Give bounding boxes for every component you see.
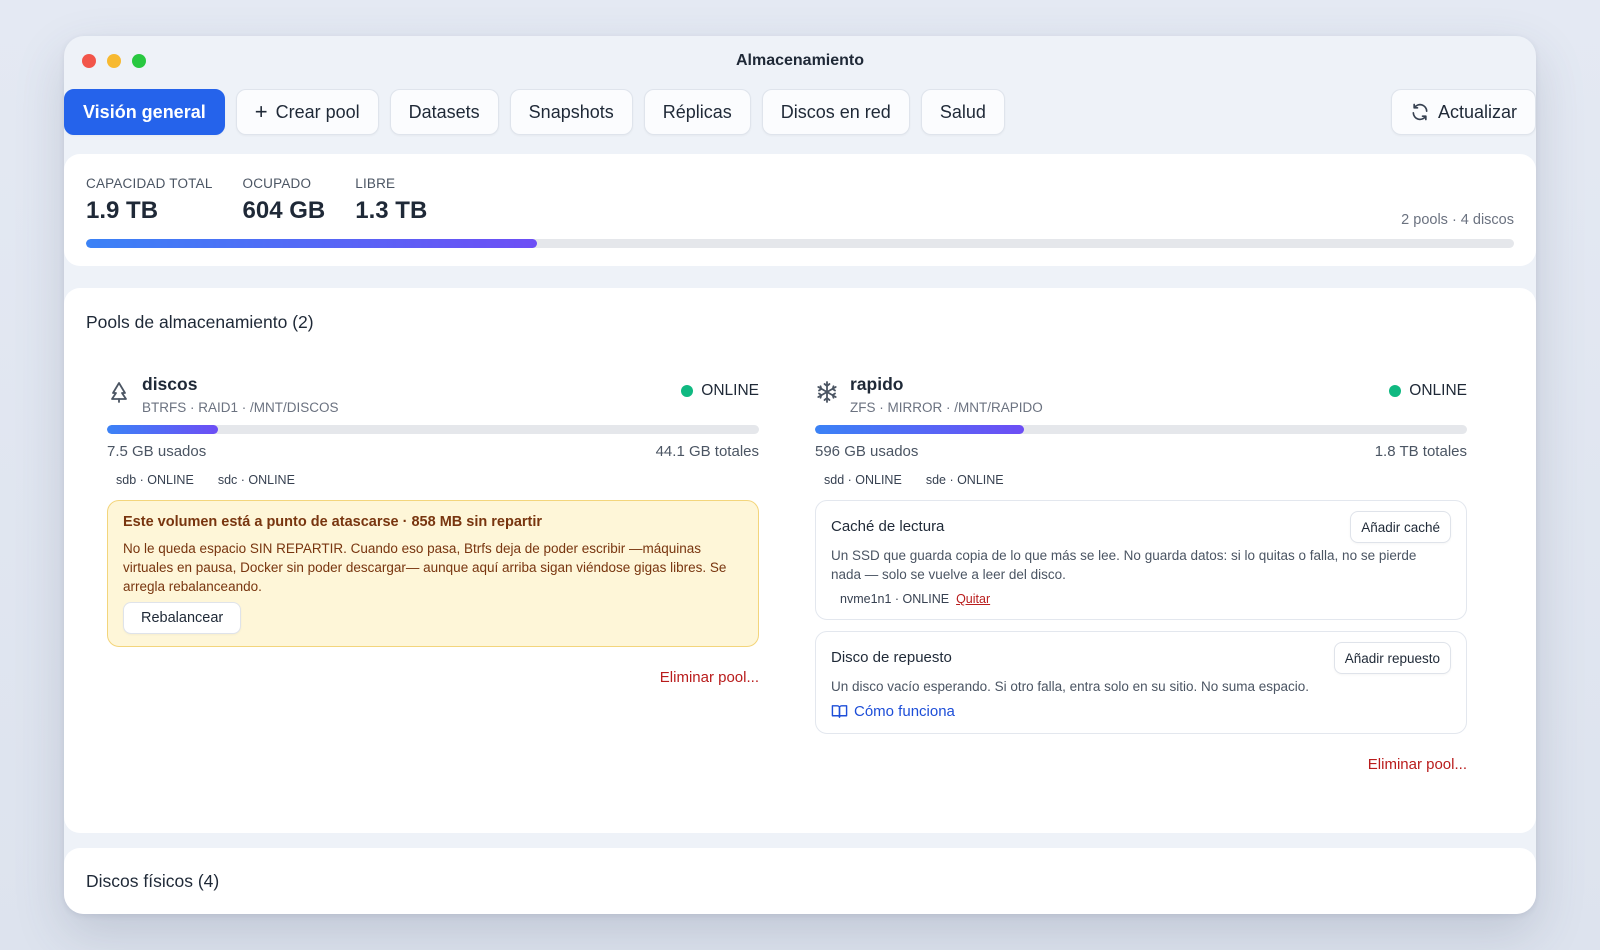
book-icon bbox=[831, 705, 848, 718]
total-usage-fill bbox=[86, 239, 538, 248]
warning-text: No le queda espacio SIN REPARTIR. Cuando… bbox=[123, 541, 727, 594]
tab-bar: Visión general + Crear pool Datasets Sna… bbox=[64, 88, 1536, 136]
tree-icon bbox=[111, 382, 127, 403]
pool-usage: 596 GB usados 1.8 TB totales bbox=[815, 443, 1467, 460]
tab-snapshots[interactable]: Snapshots bbox=[509, 89, 633, 135]
minimize-window-button[interactable] bbox=[107, 54, 121, 68]
stat-free-value: 1.3 TB bbox=[355, 197, 428, 224]
status-online-icon bbox=[1389, 385, 1402, 397]
pool-disk-count: 2 pools · 4 discos bbox=[1401, 212, 1514, 228]
pool-status-label: ONLINE bbox=[1409, 382, 1467, 399]
disk-chip[interactable]: sdd · ONLINE bbox=[824, 473, 902, 487]
read-cache-description: Un SSD que guarda copia de lo que más se… bbox=[831, 548, 1417, 582]
stat-used-value: 604 GB bbox=[242, 197, 326, 224]
tab-label: Datasets bbox=[408, 101, 480, 122]
status-online-icon bbox=[681, 385, 694, 397]
stat-total-label: CAPACIDAD TOTAL bbox=[86, 176, 213, 191]
pool-usage-bar bbox=[815, 425, 1467, 434]
tab-replicas[interactable]: Réplicas bbox=[643, 89, 751, 135]
spare-disk-description: Un disco vacío esperando. Si otro falla,… bbox=[831, 679, 1310, 694]
disk-chip[interactable]: sdc · ONLINE bbox=[218, 473, 295, 487]
add-spare-button[interactable]: Añadir repuesto bbox=[1333, 642, 1451, 674]
pool-name: discos bbox=[142, 374, 198, 394]
disk-chip[interactable]: sde · ONLINE bbox=[926, 473, 1004, 487]
stat-used: OCUPADO 604 GB bbox=[243, 176, 326, 225]
delete-pool-link[interactable]: Eliminar pool... bbox=[1368, 756, 1467, 773]
pool-total: 1.8 TB totales bbox=[1374, 443, 1467, 460]
tab-network-disks[interactable]: Discos en red bbox=[761, 89, 910, 135]
how-it-works-link[interactable]: Cómo funciona bbox=[831, 703, 1451, 720]
tab-overview[interactable]: Visión general bbox=[64, 89, 225, 135]
pool-subtitle: ZFS · MIRROR · /MNT/RAPIDO bbox=[850, 400, 1043, 415]
stat-total: CAPACIDAD TOTAL 1.9 TB bbox=[86, 176, 213, 225]
physical-disks-section: Discos físicos (4) bbox=[64, 848, 1536, 914]
rebalance-button[interactable]: Rebalancear bbox=[123, 602, 242, 634]
pool-disks: sdb · ONLINE sdc · ONLINE bbox=[107, 473, 759, 487]
pool-status-label: ONLINE bbox=[701, 382, 759, 399]
cache-disk: nvme1n1 · ONLINE bbox=[840, 592, 950, 606]
maximize-window-button[interactable] bbox=[132, 54, 146, 68]
cache-disk-row: nvme1n1 · ONLINE Quitar bbox=[831, 592, 1451, 606]
physical-disks-title: Discos físicos (4) bbox=[86, 871, 220, 891]
stat-total-value: 1.9 TB bbox=[86, 197, 159, 224]
pool-usage-fill bbox=[107, 425, 218, 434]
pool-usage: 7.5 GB usados 44.1 GB totales bbox=[107, 443, 759, 460]
tab-label: Réplicas bbox=[662, 101, 732, 122]
window-title: Almacenamiento bbox=[735, 52, 865, 69]
disk-chip[interactable]: sdb · ONLINE bbox=[116, 473, 194, 487]
pool-status: ONLINE bbox=[681, 382, 759, 400]
pool-total: 44.1 GB totales bbox=[655, 443, 759, 460]
close-window-button[interactable] bbox=[82, 54, 96, 68]
stat-free: LIBRE 1.3 TB bbox=[355, 176, 427, 225]
read-cache-card: Caché de lectura Añadir caché Un SSD que… bbox=[815, 500, 1467, 620]
snowflake-icon bbox=[817, 381, 837, 403]
add-cache-button[interactable]: Añadir caché bbox=[1350, 511, 1451, 543]
tab-label: Snapshots bbox=[528, 101, 614, 122]
tab-datasets[interactable]: Datasets bbox=[389, 89, 499, 135]
tab-label: Visión general bbox=[83, 101, 206, 122]
total-usage-bar bbox=[86, 239, 1514, 248]
pool-usage-fill bbox=[815, 425, 1024, 434]
app-window: Almacenamiento Visión general + Crear po… bbox=[64, 36, 1536, 914]
tab-label: Salud bbox=[939, 101, 986, 122]
pool-usage-bar bbox=[107, 425, 759, 434]
pool-used: 7.5 GB usados bbox=[107, 443, 207, 460]
capacity-stats: CAPACIDAD TOTAL 1.9 TB OCUPADO 604 GB LI… bbox=[86, 176, 427, 225]
title-bar: Almacenamiento bbox=[64, 36, 1536, 86]
plus-icon: + bbox=[254, 99, 268, 124]
warning-title: Este volumen está a punto de atascarse ·… bbox=[123, 514, 543, 530]
pool-name: rapido bbox=[850, 374, 904, 394]
spare-disk-card: Disco de repuesto Añadir repuesto Un dis… bbox=[815, 631, 1467, 734]
stat-free-label: LIBRE bbox=[355, 176, 396, 191]
refresh-icon bbox=[1412, 103, 1428, 121]
tab-label: Crear pool bbox=[275, 101, 360, 122]
stat-used-label: OCUPADO bbox=[242, 176, 312, 191]
tab-health[interactable]: Salud bbox=[920, 89, 1005, 135]
pool-subtitle: BTRFS · RAID1 · /MNT/DISCOS bbox=[142, 400, 339, 415]
pool-card-rapido: rapido ZFS · MIRROR · /MNT/RAPIDO ONLINE… bbox=[815, 374, 1467, 774]
pools-section: Pools de almacenamiento (2) discos BTRFS… bbox=[64, 288, 1536, 833]
remove-cache-link[interactable]: Quitar bbox=[956, 592, 990, 606]
how-it-works-label: Cómo funciona bbox=[854, 703, 955, 720]
refresh-label: Actualizar bbox=[1437, 101, 1517, 122]
pool-disks: sdd · ONLINE sde · ONLINE bbox=[815, 473, 1467, 487]
pool-status: ONLINE bbox=[1389, 382, 1467, 400]
pool-header: rapido ZFS · MIRROR · /MNT/RAPIDO ONLINE bbox=[815, 374, 1467, 424]
capacity-summary: CAPACIDAD TOTAL 1.9 TB OCUPADO 604 GB LI… bbox=[64, 154, 1536, 266]
pool-header: discos BTRFS · RAID1 · /MNT/DISCOS ONLIN… bbox=[107, 374, 759, 424]
window-controls bbox=[82, 54, 146, 68]
refresh-button[interactable]: Actualizar bbox=[1390, 89, 1536, 135]
pools-section-title: Pools de almacenamiento (2) bbox=[86, 312, 314, 332]
pool-card-discos: discos BTRFS · RAID1 · /MNT/DISCOS ONLIN… bbox=[107, 374, 759, 695]
pool-used: 596 GB usados bbox=[815, 443, 919, 460]
tab-label: Discos en red bbox=[780, 101, 891, 122]
delete-pool-link[interactable]: Eliminar pool... bbox=[660, 669, 759, 686]
rebalance-warning: Este volumen está a punto de atascarse ·… bbox=[107, 500, 759, 647]
tab-create-pool[interactable]: + Crear pool bbox=[235, 89, 379, 135]
